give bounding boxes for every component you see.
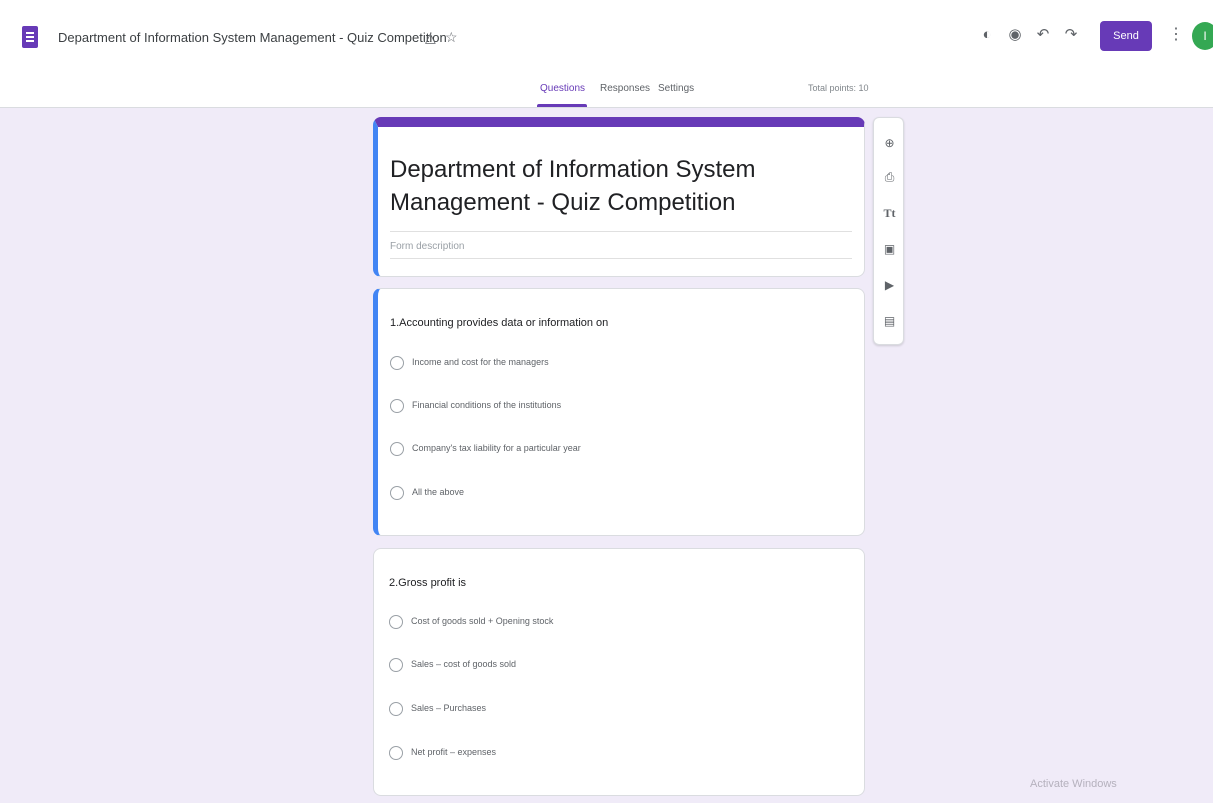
radio-button[interactable] bbox=[390, 442, 404, 456]
add-image-icon[interactable]: ▣ bbox=[874, 238, 905, 260]
add-section-icon[interactable]: ▤ bbox=[874, 310, 905, 332]
option-label: Financial conditions of the institutions bbox=[412, 400, 562, 410]
app-header: Department of Information System Managem… bbox=[0, 0, 1213, 108]
preview-eye-icon[interactable]: ◉ bbox=[1004, 24, 1026, 46]
activate-windows-watermark: Activate Windows bbox=[1030, 778, 1117, 790]
option-label: Net profit – expenses bbox=[411, 747, 497, 757]
form-description-field[interactable]: Form description bbox=[390, 241, 464, 252]
tab-settings[interactable]: Settings bbox=[658, 83, 694, 94]
drive-move-icon[interactable]: △ bbox=[425, 28, 436, 46]
document-title[interactable]: Department of Information System Managem… bbox=[58, 30, 447, 45]
question-card-1[interactable]: 1.Accounting provides data or informatio… bbox=[373, 288, 865, 536]
more-vert-icon[interactable]: ⋮ bbox=[1168, 24, 1184, 46]
palette-icon[interactable]: ◐ bbox=[976, 24, 998, 46]
option-label: Company's tax liability for a particular… bbox=[412, 443, 581, 453]
radio-button[interactable] bbox=[390, 399, 404, 413]
tab-responses[interactable]: Responses bbox=[600, 83, 650, 94]
radio-button[interactable] bbox=[390, 486, 404, 500]
undo-icon[interactable]: ↶ bbox=[1032, 24, 1054, 46]
radio-button[interactable] bbox=[389, 702, 403, 716]
add-video-icon[interactable]: ▶ bbox=[874, 274, 905, 296]
option-label: Sales – Purchases bbox=[411, 703, 487, 713]
form-title-card[interactable]: Department of Information System Managem… bbox=[373, 117, 865, 277]
option-label: Income and cost for the managers bbox=[412, 357, 549, 367]
question-card-2[interactable]: 2.Gross profit is Cost of goods sold + O… bbox=[373, 548, 865, 796]
description-underline bbox=[390, 258, 852, 259]
option-label: Sales – cost of goods sold bbox=[411, 659, 517, 669]
question-toolbar: ⊕ ⎙ Tt ▣ ▶ ▤ bbox=[873, 117, 904, 345]
active-tab-indicator bbox=[537, 104, 587, 107]
send-button[interactable]: Send bbox=[1100, 21, 1152, 51]
radio-button[interactable] bbox=[389, 615, 403, 629]
avatar[interactable]: I bbox=[1192, 22, 1213, 50]
radio-button[interactable] bbox=[390, 356, 404, 370]
radio-button[interactable] bbox=[389, 746, 403, 760]
question-text[interactable]: 1.Accounting provides data or informatio… bbox=[390, 317, 608, 329]
add-question-icon[interactable]: ⊕ bbox=[874, 132, 905, 154]
radio-button[interactable] bbox=[389, 658, 403, 672]
form-title[interactable]: Department of Information System Managem… bbox=[390, 153, 860, 219]
question-text[interactable]: 2.Gross profit is bbox=[389, 577, 466, 589]
title-underline bbox=[390, 231, 852, 232]
forms-logo-icon[interactable] bbox=[22, 26, 38, 48]
option-label: Cost of goods sold + Opening stock bbox=[411, 616, 554, 626]
import-questions-icon[interactable]: ⎙ bbox=[874, 166, 905, 188]
option-label: All the above bbox=[412, 487, 465, 497]
total-points: Total points: 10 bbox=[808, 83, 869, 93]
add-title-icon[interactable]: Tt bbox=[874, 202, 905, 224]
redo-icon[interactable]: ↷ bbox=[1060, 24, 1082, 46]
star-icon[interactable]: ☆ bbox=[445, 28, 458, 46]
tab-questions[interactable]: Questions bbox=[540, 83, 585, 94]
tab-bar: Questions Responses Settings Total point… bbox=[0, 78, 1213, 108]
